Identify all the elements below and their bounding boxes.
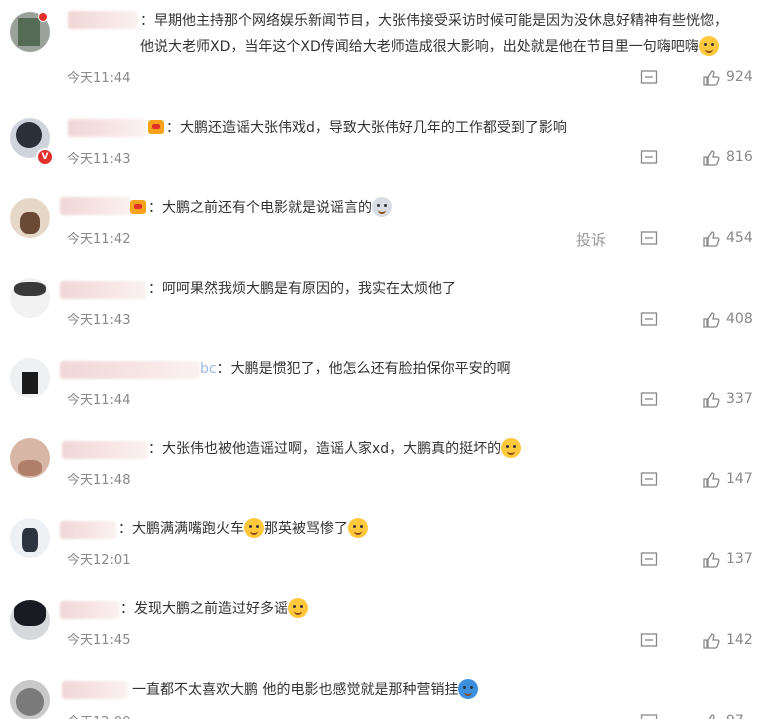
blurred-username[interactable] bbox=[60, 197, 130, 215]
verified-badge-icon bbox=[38, 12, 48, 22]
report-link[interactable]: 投诉 bbox=[576, 229, 606, 250]
thumbs-up-icon[interactable] bbox=[702, 551, 720, 569]
comment-icon[interactable] bbox=[640, 149, 658, 167]
thumbs-up-icon[interactable] bbox=[702, 471, 720, 489]
like-count: 408 bbox=[726, 311, 753, 327]
member-crown-icon bbox=[148, 120, 164, 134]
avatar[interactable] bbox=[10, 600, 50, 640]
avatar[interactable] bbox=[10, 198, 50, 238]
blurred-username[interactable] bbox=[60, 281, 146, 299]
verified-badge-icon: V bbox=[36, 148, 54, 166]
comment-item: ：大鹏满满嘴跑火车 那英被骂惨了 今天12:01 137 bbox=[0, 500, 760, 580]
like-count: 137 bbox=[726, 551, 753, 567]
comment-text: ：大张伟也被他造谣过啊，造谣人家xd，大鹏真的挺坏的 bbox=[148, 436, 748, 462]
thumbs-up-icon[interactable] bbox=[702, 632, 720, 650]
comment-time: 今天11:43 bbox=[67, 313, 131, 328]
comment-time: 今天11:44 bbox=[67, 71, 131, 86]
comment-icon[interactable] bbox=[640, 391, 658, 409]
like-count: 454 bbox=[726, 230, 753, 246]
thumbs-up-icon[interactable] bbox=[702, 391, 720, 409]
comment-time: 今天12:01 bbox=[67, 553, 131, 568]
comment-item: ：呵呵果然我烦大鹏是有原因的，我实在太烦他了 今天11:43 408 bbox=[0, 260, 760, 340]
thumbs-up-icon[interactable] bbox=[702, 713, 720, 719]
like-count: 97 bbox=[726, 713, 744, 719]
avatar[interactable] bbox=[10, 518, 50, 558]
like-count: 816 bbox=[726, 149, 753, 165]
like-count: 147 bbox=[726, 471, 753, 487]
comment-item: ：大鹏之前还有个电影就是说谣言的 今天11:42 投诉 454 bbox=[0, 180, 760, 260]
blurred-username[interactable] bbox=[62, 681, 128, 699]
comment-text: bc：大鹏是惯犯了，他怎么还有脸拍保你平安的啊 bbox=[200, 361, 511, 377]
avatar[interactable] bbox=[10, 278, 50, 318]
comment-icon[interactable] bbox=[640, 551, 658, 569]
avatar[interactable] bbox=[10, 680, 50, 719]
comment-item: ：发现大鹏之前造过好多谣 今天11:45 142 bbox=[0, 580, 760, 660]
smirk-emoji-icon bbox=[501, 438, 522, 458]
comment-item: 一直都不太喜欢大鹏 他的电影也感觉就是那种营销挂 今天12:00 97 bbox=[0, 660, 760, 719]
comment-text: ：呵呵果然我烦大鹏是有原因的，我实在太烦他了 bbox=[148, 281, 456, 297]
like-count: 142 bbox=[726, 632, 753, 648]
comment-time: 今天11:42 bbox=[67, 232, 131, 247]
like-count: 337 bbox=[726, 391, 753, 407]
comment-icon[interactable] bbox=[640, 632, 658, 650]
blurred-username[interactable] bbox=[60, 361, 200, 379]
blurred-username[interactable] bbox=[60, 521, 116, 539]
comment-icon[interactable] bbox=[640, 713, 658, 719]
skull-emoji-icon bbox=[372, 197, 392, 217]
doraemon-emoji-icon bbox=[458, 679, 479, 699]
comment-icon[interactable] bbox=[640, 471, 658, 489]
doge-emoji-icon bbox=[698, 36, 719, 56]
thumbs-up-icon[interactable] bbox=[702, 149, 720, 167]
comment-icon[interactable] bbox=[640, 69, 658, 87]
comment-text: ：发现大鹏之前造过好多谣 bbox=[120, 596, 740, 622]
comment-time: 今天12:00 bbox=[67, 711, 130, 719]
comment-icon[interactable] bbox=[640, 230, 658, 248]
comment-item: bc：大鹏是惯犯了，他怎么还有脸拍保你平安的啊 今天11:44 337 bbox=[0, 340, 760, 420]
crying-laugh-emoji-icon bbox=[288, 598, 308, 618]
blurred-username[interactable] bbox=[68, 119, 146, 137]
avatar[interactable] bbox=[10, 358, 50, 398]
drooling-emoji-icon bbox=[244, 518, 264, 538]
comment-time: 今天11:43 bbox=[67, 152, 131, 167]
thumbs-up-icon[interactable] bbox=[702, 69, 720, 87]
comment-item: ：早期他主持那个网络娱乐新闻节目，大张伟接受采访时候可能是因为没休息好精神有些恍… bbox=[0, 0, 760, 100]
drooling-emoji-icon bbox=[348, 518, 368, 538]
like-count: 924 bbox=[726, 69, 753, 85]
blurred-username[interactable] bbox=[62, 441, 148, 459]
thumbs-up-icon[interactable] bbox=[702, 311, 720, 329]
comment-time: 今天11:45 bbox=[67, 633, 131, 648]
member-crown-icon bbox=[130, 200, 146, 214]
blurred-username[interactable] bbox=[60, 601, 120, 619]
thumbs-up-icon[interactable] bbox=[702, 230, 720, 248]
comment-item: ：大张伟也被他造谣过啊，造谣人家xd，大鹏真的挺坏的 今天11:48 147 bbox=[0, 420, 760, 500]
comment-icon[interactable] bbox=[640, 311, 658, 329]
comment-item: V ：大鹏还造谣大张伟戏d，导致大张伟好几年的工作都受到了影响 今天11:43 … bbox=[0, 100, 760, 180]
avatar[interactable] bbox=[10, 438, 50, 478]
comment-time: 今天11:44 bbox=[67, 393, 131, 408]
comment-text: ：大鹏满满嘴跑火车 那英被骂惨了 bbox=[118, 516, 738, 542]
comment-text: 一直都不太喜欢大鹏 他的电影也感觉就是那种营销挂 bbox=[132, 677, 732, 703]
comment-text: ：大鹏还造谣大张伟戏d，导致大张伟好几年的工作都受到了影响 bbox=[148, 115, 748, 141]
comment-text: ：大鹏之前还有个电影就是说谣言的 bbox=[130, 195, 730, 221]
comment-time: 今天11:48 bbox=[67, 473, 131, 488]
comment-text: ：早期他主持那个网络娱乐新闻节目，大张伟接受采访时候可能是因为没休息好精神有些恍… bbox=[140, 13, 728, 56]
blurred-username[interactable] bbox=[68, 11, 138, 29]
